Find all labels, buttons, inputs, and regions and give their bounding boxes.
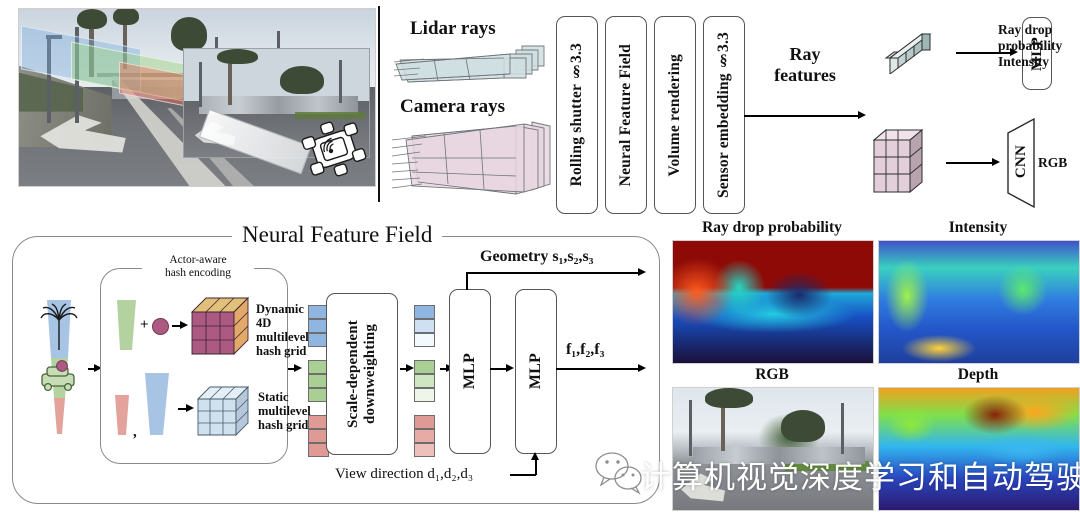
nff-mlp1-block[interactable]: MLP <box>449 289 491 454</box>
static-input-frustum-blue <box>140 373 172 435</box>
actor-to-stack-arrowhead <box>294 364 302 372</box>
pipeline-stage-label: Neural Feature Field <box>617 43 634 187</box>
dynamic-grid-line1: Dynamic 4D <box>256 302 304 330</box>
actor-title-line1: Actor-aware <box>169 254 227 266</box>
camera-rays-illustration <box>391 118 564 200</box>
output-label-intensity: Intensity <box>948 219 1008 236</box>
static-input-frustum-red <box>112 395 132 435</box>
ray-features-line1: Ray <box>789 44 821 64</box>
pipeline-stage-neural-feature-field[interactable]: Neural Feature Field <box>605 16 647 214</box>
static-grid-line1: Static <box>258 390 289 404</box>
ray-features-label: Ray features <box>766 44 844 86</box>
ray-features-trunk <box>744 115 860 117</box>
comma-symbol: , <box>133 424 137 440</box>
pipeline-stage-label: Rolling shutter §3.3 <box>568 43 585 187</box>
ray-features-line2: features <box>774 65 836 85</box>
sample-frustum-illustration <box>30 300 86 436</box>
scale-dependent-downweighting-block[interactable]: Scale-dependent downweighting <box>326 293 398 455</box>
output-panel-ray-drop <box>672 240 874 364</box>
features-output-line <box>556 368 642 370</box>
dynamic-4d-hash-grid-cube <box>190 296 252 358</box>
geometry-branch-riser <box>466 272 468 290</box>
lidar-rays-illustration <box>393 44 554 88</box>
geometry-arrowhead <box>638 268 646 276</box>
view-direction-label: View direction d₁,d₂,d₃ <box>335 466 474 482</box>
pipeline-stage-sensor-embedding[interactable]: Sensor embedding §3.3 <box>703 16 745 214</box>
view-direction-arrowhead <box>531 452 539 460</box>
camera-cnn-label: CNN <box>1012 145 1029 179</box>
downweighting-label: Scale-dependent downweighting <box>345 320 378 428</box>
camera-cnn-label-wrap: CNN <box>1006 130 1036 194</box>
camera-head-arrow <box>946 162 994 164</box>
watermark-text: 计算机视觉深度学习和自动驾驶 <box>640 460 1080 496</box>
camera-head-arrowhead <box>992 158 1000 166</box>
view-direction-riser <box>535 460 537 475</box>
output-label-depth: Depth <box>957 366 999 383</box>
nff-mlp2-block[interactable]: MLP <box>515 289 557 454</box>
output-label-ray-drop: Ray drop probability <box>702 219 842 236</box>
actor-title-line2: hash encoding <box>164 266 232 279</box>
static-grid-line2: multilevel <box>258 404 311 418</box>
plus-symbol: + <box>140 317 149 333</box>
neural-feature-field-title: Neural Feature Field <box>232 222 443 248</box>
ray-features-arrowhead <box>858 111 866 119</box>
pipeline-stage-label: Volume rendering <box>666 53 683 177</box>
lidar-rays-label: Lidar rays <box>410 18 496 39</box>
camera-feature-grid <box>870 122 936 194</box>
mlp1-to-mlp2-arrowhead <box>506 364 514 372</box>
lidar-outputs-label: Ray drop probability Intensity <box>998 22 1078 70</box>
actor-marker-dot <box>152 318 169 335</box>
camera-output-label: RGB <box>1038 155 1068 170</box>
pipeline-stage-rolling-shutter[interactable]: Rolling shutter §3.3 <box>556 16 598 214</box>
lidar-feature-vector <box>884 30 948 75</box>
section-divider <box>378 6 380 202</box>
lidar-sensor-icon <box>301 121 367 177</box>
feature-stack-downweighted <box>414 415 435 457</box>
nff-mlp2-label: MLP <box>527 353 544 390</box>
pipeline-stage-volume-rendering[interactable]: Volume rendering <box>654 16 696 214</box>
camera-rays-label: Camera rays <box>400 96 505 117</box>
dynamic-input-frustum <box>113 300 139 350</box>
static-to-grid-arrowhead <box>186 404 194 412</box>
feature-stack-downweighted <box>414 305 435 347</box>
nff-mlp1-label: MLP <box>461 353 478 390</box>
lidar-output-line2: probability <box>998 38 1063 53</box>
geometry-branch-line <box>466 272 641 274</box>
pipeline-stage-label: Sensor embedding §3.3 <box>715 31 732 199</box>
features-label: f₁,f₂,f₃ <box>566 341 605 358</box>
features-arrowhead <box>638 364 646 372</box>
dynamic-grid-line2: multilevel <box>256 330 309 344</box>
lidar-output-line1: Ray drop <box>998 22 1053 37</box>
dynamic-grid-line3: hash grid <box>256 344 307 358</box>
actor-aware-title: Actor-aware hash encoding <box>142 254 254 279</box>
static-hash-grid-cube <box>196 385 252 437</box>
downweight-to-stack2-arrowhead <box>406 364 414 372</box>
feature-stack-downweighted <box>414 360 435 402</box>
output-panel-intensity <box>878 240 1080 364</box>
static-grid-line3: hash grid <box>258 418 309 432</box>
geometry-label: Geometry s₁,s₂,s₃ <box>480 248 594 265</box>
dynamic-to-grid-arrowhead <box>180 321 188 329</box>
view-direction-line <box>510 474 536 476</box>
output-label-rgb: RGB <box>755 366 789 383</box>
lidar-output-line3: Intensity <box>998 54 1050 69</box>
